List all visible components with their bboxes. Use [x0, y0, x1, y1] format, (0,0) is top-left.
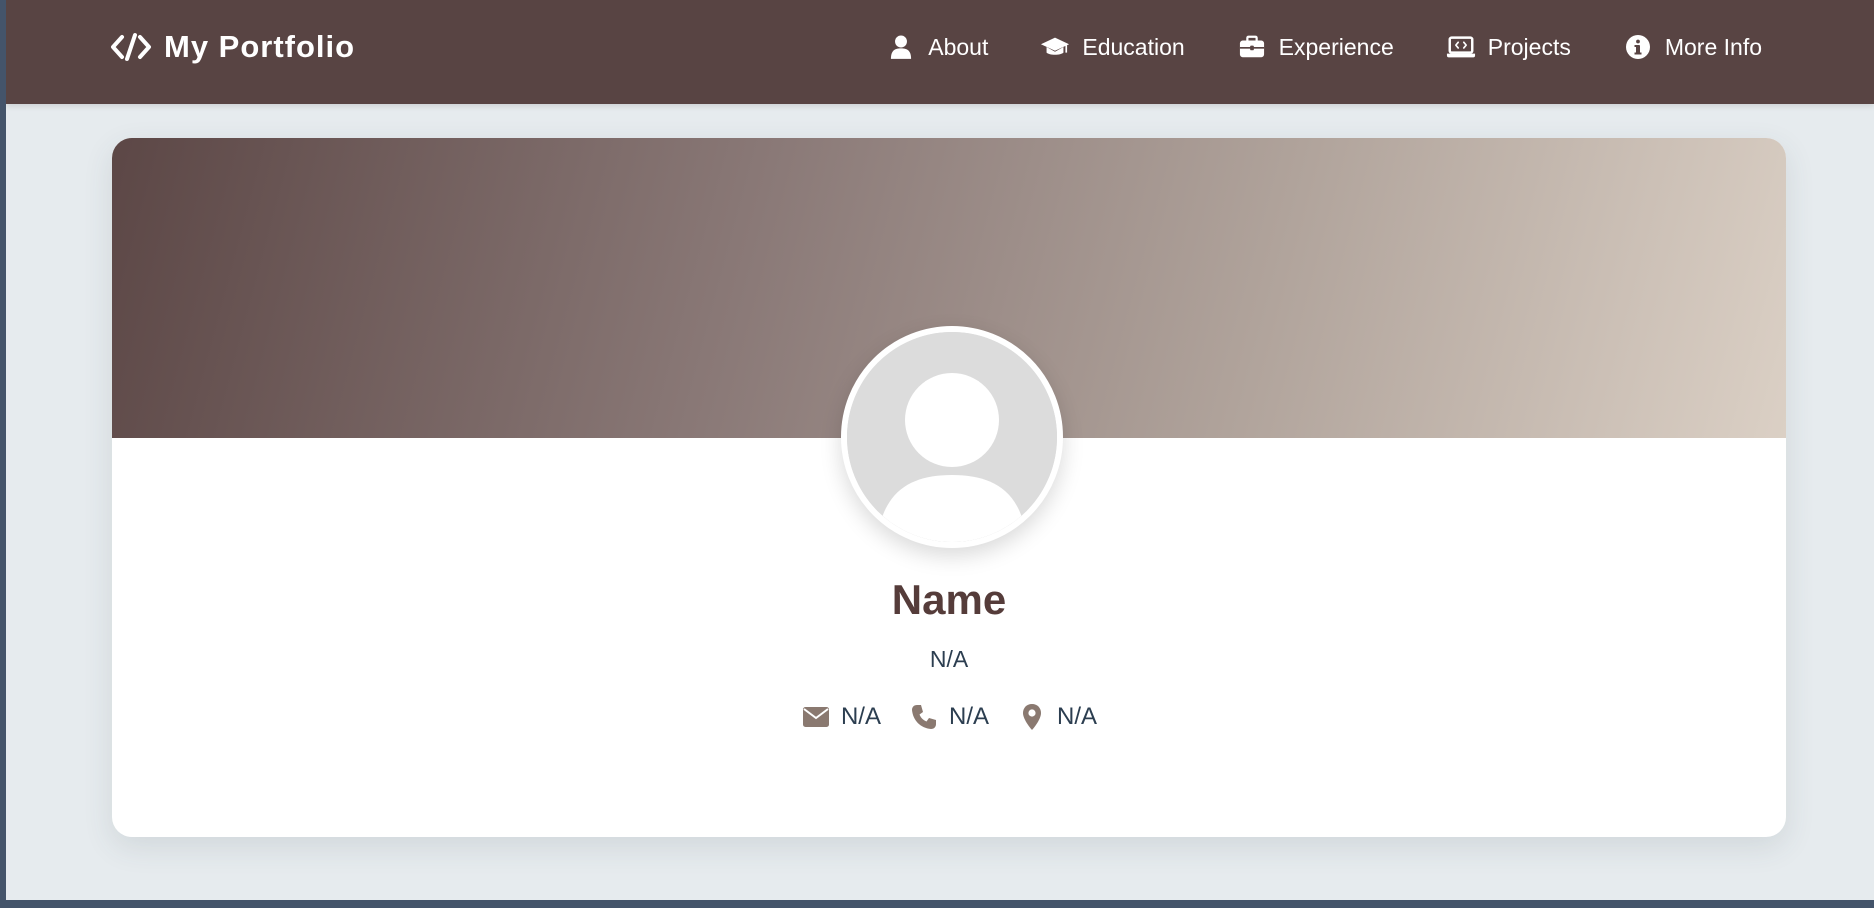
contact-location-value: N/A — [1057, 703, 1098, 730]
main-nav: About Education Experience Projects More… — [886, 0, 1762, 94]
nav-item-more-info[interactable]: More Info — [1623, 33, 1762, 61]
location-pin-icon — [1017, 702, 1047, 732]
contact-email-value: N/A — [840, 703, 881, 730]
laptop-code-icon — [1446, 33, 1476, 61]
nav-item-label: More Info — [1664, 33, 1762, 60]
nav-item-label: Experience — [1278, 33, 1394, 60]
nav-item-label: Projects — [1487, 33, 1571, 60]
profile-name: Name — [891, 576, 1007, 623]
nav-item-about[interactable]: About — [886, 33, 988, 61]
contact-phone-value: N/A — [948, 703, 989, 730]
navbar: My Portfolio About Education Experience … — [6, 0, 1874, 104]
briefcase-icon — [1237, 33, 1267, 61]
nav-item-projects[interactable]: Projects — [1446, 33, 1571, 61]
profile-subtitle: N/A — [929, 646, 969, 672]
envelope-icon — [801, 702, 831, 732]
user-icon — [886, 33, 916, 61]
phone-icon — [909, 702, 939, 732]
nav-item-education[interactable]: Education — [1040, 33, 1185, 61]
page-viewport: My Portfolio About Education Experience … — [6, 0, 1874, 900]
brand-title: My Portfolio — [164, 29, 356, 64]
contact-list: N/A N/A N/A — [112, 702, 1786, 732]
brand[interactable]: My Portfolio — [110, 0, 355, 94]
profile-card: Name N/A N/A N/A N/A — [112, 138, 1786, 837]
contact-email: N/A — [801, 702, 881, 732]
info-circle-icon — [1623, 33, 1653, 61]
code-icon — [110, 32, 152, 62]
nav-item-experience[interactable]: Experience — [1237, 33, 1394, 61]
graduation-cap-icon — [1040, 33, 1070, 61]
default-avatar-icon — [841, 326, 1063, 548]
contact-phone: N/A — [909, 702, 989, 732]
nav-item-label: About — [928, 33, 989, 60]
nav-item-label: Education — [1082, 33, 1185, 60]
contact-location: N/A — [1017, 702, 1097, 732]
